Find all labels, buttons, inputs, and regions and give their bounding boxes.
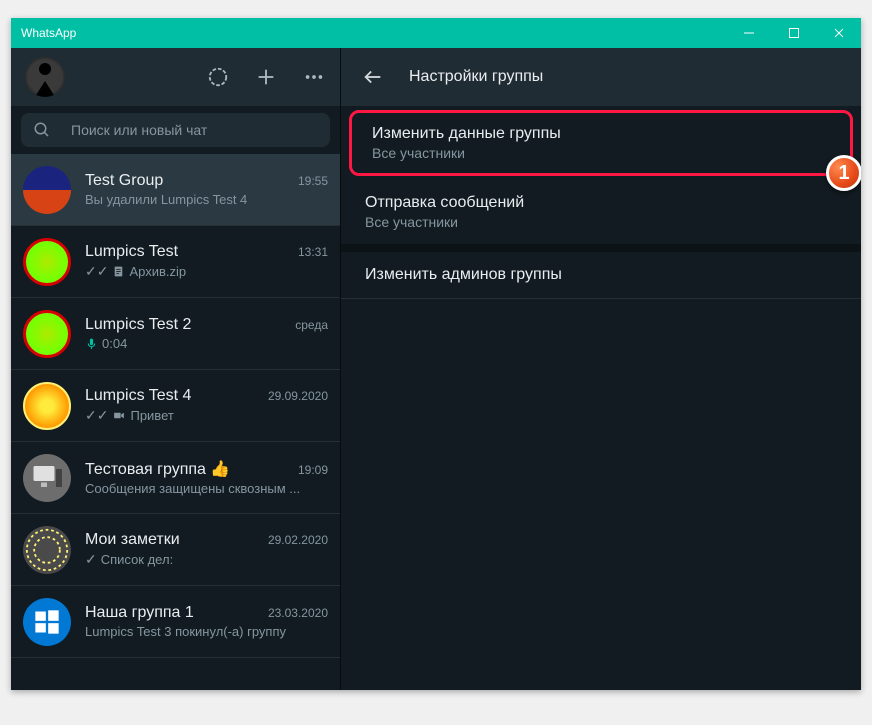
chat-item[interactable]: Lumpics Test 4 29.09.2020 ✓✓ Привет (11, 370, 340, 442)
chat-name: Мои заметки (85, 531, 180, 549)
app-window: WhatsApp (11, 18, 861, 690)
window-title: WhatsApp (21, 26, 726, 40)
back-button[interactable] (361, 65, 385, 89)
settings-edit-group-info[interactable]: Изменить данные группы Все участники 1 (349, 110, 853, 176)
plus-icon (255, 66, 277, 88)
monitor-icon (29, 460, 65, 496)
chat-avatar (23, 238, 71, 286)
chat-time: 19:09 (298, 463, 328, 477)
chat-preview: ✓✓ Архив.zip (85, 263, 328, 280)
titlebar: WhatsApp (11, 18, 861, 48)
search-input[interactable] (71, 122, 318, 138)
minimize-button[interactable] (726, 18, 771, 48)
search-container (11, 106, 340, 154)
chat-body: Мои заметки 29.02.2020 ✓ Список дел: (85, 531, 328, 568)
settings-item-title: Отправка сообщений (365, 194, 837, 212)
chat-body: Lumpics Test 13:31 ✓✓ Архив.zip (85, 243, 328, 280)
chat-time: 23.03.2020 (268, 606, 328, 620)
chat-preview: Lumpics Test 3 покинул(-а) группу (85, 624, 328, 639)
annotation-badge: 1 (826, 155, 861, 191)
chat-time: 19:55 (298, 174, 328, 188)
status-button[interactable] (206, 65, 230, 89)
chat-time: среда (295, 318, 328, 332)
chat-avatar (23, 526, 71, 574)
chat-body: Тестовая группа 👍 19:09 Сообщения защище… (85, 459, 328, 496)
chat-body: Наша группа 1 23.03.2020 Lumpics Test 3 … (85, 604, 328, 639)
chat-name: Lumpics Test (85, 243, 178, 261)
chat-avatar (23, 166, 71, 214)
chat-time: 29.02.2020 (268, 533, 328, 547)
chat-item[interactable]: Тестовая группа 👍 19:09 Сообщения защище… (11, 442, 340, 514)
chat-item[interactable]: Lumpics Test 13:31 ✓✓ Архив.zip (11, 226, 340, 298)
dots-icon (303, 66, 325, 88)
maximize-button[interactable] (771, 18, 816, 48)
settings-item-title: Изменить админов группы (365, 266, 837, 284)
settings-item-subtitle: Все участники (365, 214, 837, 230)
chat-item[interactable]: Мои заметки 29.02.2020 ✓ Список дел: (11, 514, 340, 586)
chat-avatar (23, 454, 71, 502)
chat-name: Test Group (85, 172, 163, 190)
chat-avatar (23, 598, 71, 646)
sidebar-header (11, 48, 340, 106)
chat-preview: Вы удалили Lumpics Test 4 (85, 192, 328, 207)
mic-icon (85, 337, 98, 350)
ticks-icon: ✓✓ (85, 263, 108, 280)
notes-icon (25, 528, 69, 572)
close-icon (833, 27, 845, 39)
chat-name: Lumpics Test 2 (85, 316, 191, 334)
chat-item[interactable]: Test Group 19:55 Вы удалили Lumpics Test… (11, 154, 340, 226)
settings-edit-admins[interactable]: Изменить админов группы (341, 252, 861, 299)
settings-item-title: Изменить данные группы (372, 125, 830, 143)
chat-preview: 0:04 (85, 336, 328, 351)
chat-name: Наша группа 1 (85, 604, 194, 622)
ticks-icon: ✓✓ (85, 407, 108, 424)
chat-avatar (23, 310, 71, 358)
search-icon (33, 121, 51, 139)
chat-preview: Сообщения защищены сквозным ... (85, 481, 328, 496)
sidebar: Test Group 19:55 Вы удалили Lumpics Test… (11, 48, 341, 690)
chat-name: Lumpics Test 4 (85, 387, 191, 405)
panel-title: Настройки группы (409, 68, 543, 86)
chat-list[interactable]: Test Group 19:55 Вы удалили Lumpics Test… (11, 154, 340, 690)
video-icon (112, 409, 126, 422)
ticks-icon: ✓ (85, 551, 97, 568)
app-body: Test Group 19:55 Вы удалили Lumpics Test… (11, 48, 861, 690)
my-avatar[interactable] (25, 57, 65, 97)
maximize-icon (788, 27, 800, 39)
chat-preview: ✓✓ Привет (85, 407, 328, 424)
minimize-icon (743, 27, 755, 39)
windows-icon (33, 608, 61, 636)
chat-preview: ✓ Список дел: (85, 551, 328, 568)
right-header: Настройки группы (341, 48, 861, 106)
chat-time: 29.09.2020 (268, 389, 328, 403)
chat-avatar (23, 382, 71, 430)
document-icon (112, 265, 125, 278)
menu-button[interactable] (302, 65, 326, 89)
search-box[interactable] (21, 113, 330, 147)
settings-send-messages[interactable]: Отправка сообщений Все участники (341, 180, 861, 252)
status-icon (207, 66, 229, 88)
arrow-left-icon (362, 66, 384, 88)
right-panel: Настройки группы Изменить данные группы … (341, 48, 861, 690)
chat-body: Lumpics Test 2 среда 0:04 (85, 316, 328, 351)
new-chat-button[interactable] (254, 65, 278, 89)
settings-list: Изменить данные группы Все участники 1 О… (341, 106, 861, 690)
chat-item[interactable]: Наша группа 1 23.03.2020 Lumpics Test 3 … (11, 586, 340, 658)
settings-item-subtitle: Все участники (372, 145, 830, 161)
close-button[interactable] (816, 18, 861, 48)
sidebar-actions (206, 65, 326, 89)
chat-body: Test Group 19:55 Вы удалили Lumpics Test… (85, 172, 328, 207)
chat-time: 13:31 (298, 245, 328, 259)
chat-item[interactable]: Lumpics Test 2 среда 0:04 (11, 298, 340, 370)
chat-body: Lumpics Test 4 29.09.2020 ✓✓ Привет (85, 387, 328, 424)
chat-name: Тестовая группа 👍 (85, 459, 230, 479)
